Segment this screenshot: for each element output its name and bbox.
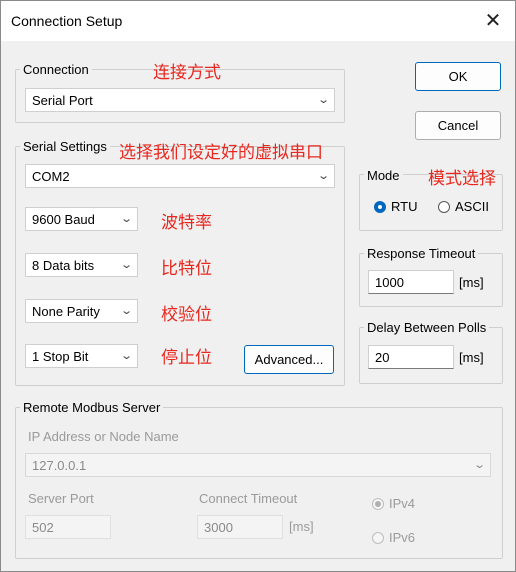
mode-annotation: 模式选择 [428, 169, 496, 189]
baud-annotation: 波特率 [161, 213, 212, 233]
cancel-button[interactable]: Cancel [415, 111, 501, 140]
stop-bits-annotation: 停止位 [161, 348, 212, 368]
close-icon[interactable]: ✕ [479, 7, 507, 35]
ip-address-value: 127.0.0.1 [32, 458, 87, 473]
ip-address-label: IP Address or Node Name [28, 429, 179, 444]
delay-polls-legend: Delay Between Polls [364, 320, 490, 336]
connection-value: Serial Port [32, 93, 93, 108]
connection-select[interactable]: Serial Port ⌄ [25, 88, 335, 112]
ascii-label: ASCII [455, 199, 489, 214]
advanced-button[interactable]: Advanced... [244, 345, 334, 374]
server-port-label: Server Port [28, 491, 94, 506]
com-port-value: COM2 [32, 169, 70, 184]
response-timeout-input[interactable]: 1000 [368, 270, 454, 294]
title-bar: Connection Setup ✕ [1, 1, 515, 41]
stop-bits-select[interactable]: 1 Stop Bit ⌄ [25, 344, 138, 368]
parity-value: None Parity [32, 304, 100, 319]
serial-settings-legend: Serial Settings [20, 139, 110, 155]
response-timeout-unit: [ms] [459, 275, 484, 290]
ipv6-radio[interactable] [372, 532, 384, 544]
chevron-down-icon: ⌄ [119, 213, 133, 225]
delay-polls-input[interactable]: 20 [368, 345, 454, 369]
delay-polls-unit: [ms] [459, 350, 484, 365]
parity-annotation: 校验位 [161, 305, 212, 325]
server-port-input[interactable]: 502 [25, 515, 111, 539]
data-bits-select[interactable]: 8 Data bits ⌄ [25, 253, 138, 277]
rtu-label: RTU [391, 199, 418, 214]
com-port-select[interactable]: COM2 ⌄ [25, 164, 335, 188]
parity-select[interactable]: None Parity ⌄ [25, 299, 138, 323]
ipv4-label: IPv4 [389, 496, 416, 511]
server-port-value: 502 [32, 520, 54, 535]
data-bits-annotation: 比特位 [161, 259, 212, 279]
ascii-radio[interactable] [438, 201, 450, 213]
remote-server-legend: Remote Modbus Server [20, 400, 164, 416]
connect-timeout-input[interactable]: 3000 [197, 515, 283, 539]
connect-timeout-value: 3000 [204, 520, 233, 535]
chevron-down-icon: ⌄ [119, 259, 133, 271]
connection-annotation: 连接方式 [153, 63, 221, 83]
data-bits-value: 8 Data bits [32, 258, 95, 273]
ok-label: OK [448, 69, 468, 84]
ipv6-label: IPv6 [389, 530, 416, 545]
chevron-down-icon: ⌄ [316, 94, 330, 106]
delay-polls-value: 20 [375, 350, 390, 365]
chevron-down-icon: ⌄ [119, 350, 133, 362]
rtu-radio[interactable] [374, 201, 386, 213]
connect-timeout-unit: [ms] [289, 519, 314, 534]
cancel-label: Cancel [437, 118, 479, 133]
mode-legend: Mode [364, 168, 403, 184]
connection-legend: Connection [20, 62, 92, 78]
connection-setup-dialog: Connection Setup ✕ Connection 连接方式 Seria… [0, 0, 516, 572]
response-timeout-legend: Response Timeout [364, 246, 479, 262]
connect-timeout-label: Connect Timeout [199, 491, 298, 506]
baud-value: 9600 Baud [32, 212, 95, 227]
ipv4-radio[interactable] [372, 498, 384, 510]
ip-address-select[interactable]: 127.0.0.1 ⌄ [25, 453, 491, 477]
response-timeout-value: 1000 [375, 275, 404, 290]
dialog-title: Connection Setup [11, 13, 123, 29]
stop-bits-value: 1 Stop Bit [32, 349, 89, 364]
chevron-down-icon: ⌄ [316, 170, 330, 182]
baud-select[interactable]: 9600 Baud ⌄ [25, 207, 138, 231]
chevron-down-icon: ⌄ [472, 459, 486, 471]
serial-settings-annotation: 选择我们设定好的虚拟串口 [119, 143, 323, 163]
advanced-label: Advanced... [254, 352, 324, 367]
ok-button[interactable]: OK [415, 62, 501, 91]
chevron-down-icon: ⌄ [119, 305, 133, 317]
